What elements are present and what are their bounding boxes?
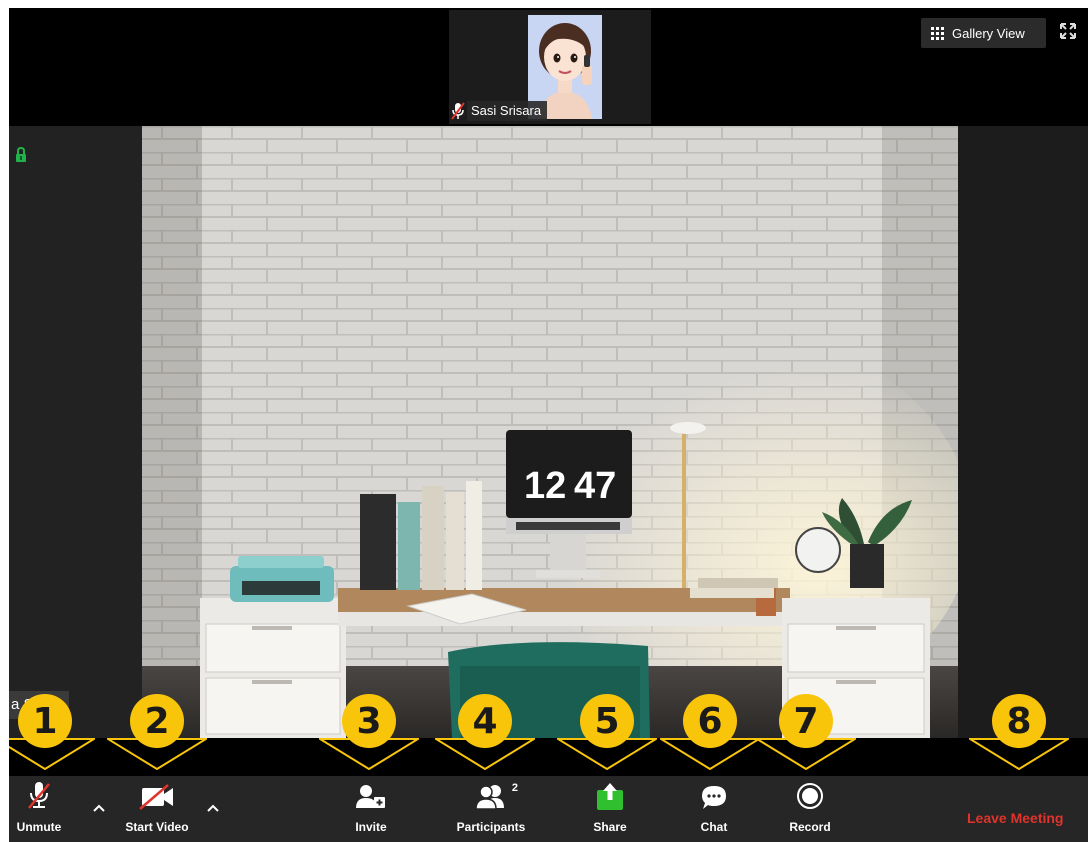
top-thumbnail-strip: Sasi Srisara Gallery View: [9, 8, 1088, 126]
clock-minutes: 47: [574, 465, 616, 507]
participants-label: Participants: [456, 820, 526, 834]
share-icon: [597, 776, 623, 810]
zoom-meeting-window: Sasi Srisara Gallery View a Srisar: [9, 8, 1088, 842]
grid-icon: [931, 26, 944, 40]
participants-button[interactable]: 2 Participants: [446, 776, 536, 842]
leave-meeting-button[interactable]: Leave Meeting: [967, 810, 1063, 826]
gallery-view-button[interactable]: Gallery View: [921, 18, 1046, 48]
video-options-caret-icon[interactable]: [206, 802, 220, 814]
share-button[interactable]: Share: [585, 776, 635, 842]
microphone-muted-icon: [26, 776, 52, 810]
video-off-icon: [138, 776, 176, 810]
participant-name: Sasi Srisara: [467, 101, 548, 121]
invite-label: Invite: [355, 820, 387, 834]
self-view-panel: a Srisar: [9, 126, 142, 738]
invite-icon: [356, 776, 386, 810]
chat-icon: [700, 776, 728, 810]
start-video-label: Start Video: [125, 820, 189, 834]
main-video-feed: 12 47: [142, 126, 958, 738]
fullscreen-icon[interactable]: [1059, 22, 1077, 40]
start-video-button[interactable]: Start Video: [117, 776, 197, 842]
right-side-panel: [958, 126, 1088, 738]
unmute-label: Unmute: [16, 820, 62, 834]
chat-label: Chat: [700, 820, 728, 834]
share-label: Share: [593, 820, 627, 834]
participants-count-badge: 2: [511, 782, 518, 794]
audio-options-caret-icon[interactable]: [92, 802, 106, 814]
unmute-button[interactable]: Unmute: [14, 776, 64, 842]
gallery-view-label: Gallery View: [952, 25, 1025, 41]
record-icon: [796, 776, 824, 810]
participants-icon: 2: [476, 776, 518, 810]
invite-button[interactable]: Invite: [346, 776, 396, 842]
clock-hours: 12: [524, 465, 566, 507]
record-label: Record: [789, 820, 831, 834]
participant-name-tag: Sasi Srisara: [449, 99, 548, 123]
lock-icon[interactable]: [15, 147, 27, 163]
chat-button[interactable]: Chat: [689, 776, 739, 842]
microphone-muted-icon: [449, 100, 467, 122]
participant-thumbnail[interactable]: Sasi Srisara: [449, 10, 651, 124]
record-button[interactable]: Record: [780, 776, 840, 842]
meeting-toolbar: Unmute Start Video Invite 2 Participants…: [9, 776, 1088, 842]
